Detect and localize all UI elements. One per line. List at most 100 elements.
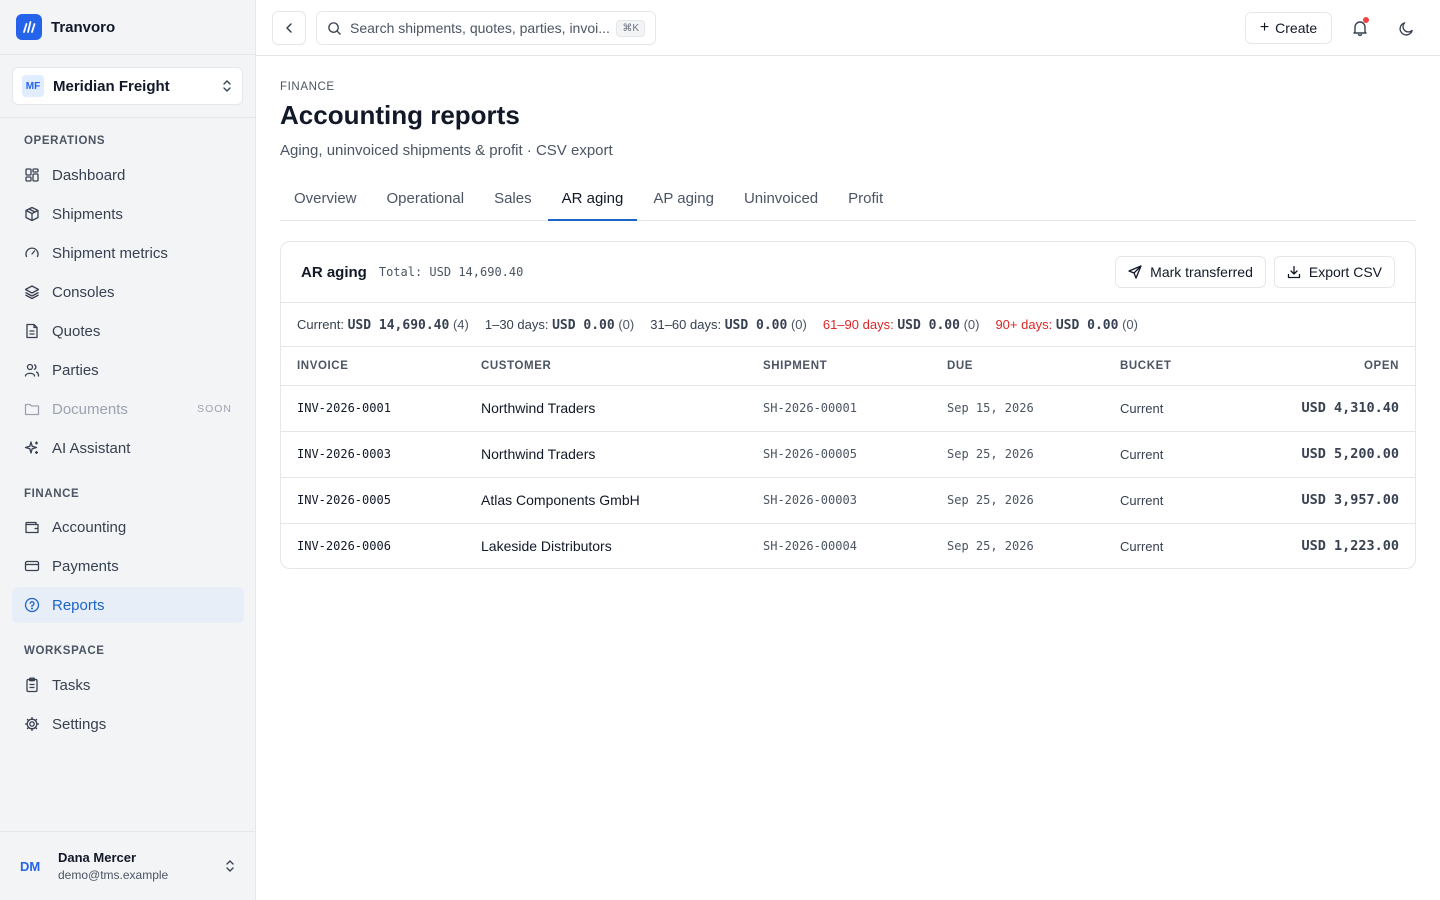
invoice-number[interactable]: INV-2026-0006: [281, 523, 481, 568]
download-icon: [1287, 265, 1301, 279]
bucket-label: 90+ days:: [995, 316, 1053, 332]
bucket-count: (0): [1122, 316, 1138, 332]
wallet-icon: [25, 521, 39, 534]
bucket-label: 61–90 days:: [822, 316, 894, 332]
customer-name: Lakeside Distributors: [481, 538, 612, 555]
invoice-number[interactable]: INV-2026-0003: [281, 431, 481, 478]
clipboard-icon: [26, 677, 38, 693]
theme-toggle[interactable]: [1394, 16, 1418, 40]
column-header-invoice[interactable]: INVOICE: [281, 347, 481, 386]
sidebar-item-label: Dashboard: [52, 166, 126, 184]
sidebar-item-label: Quotes: [52, 322, 101, 340]
org-badge: MF: [22, 75, 44, 97]
column-header-open[interactable]: OPEN: [1250, 347, 1415, 386]
avatar: DM: [20, 858, 41, 874]
sidebar-item-shipment-metrics[interactable]: Shipment metrics: [12, 235, 244, 271]
due-date: Sep 25, 2026: [947, 431, 1120, 478]
column-header-due[interactable]: DUE: [947, 347, 1120, 386]
sidebar-item-consoles[interactable]: Consoles: [12, 274, 244, 310]
tab-profit[interactable]: Profit: [834, 180, 897, 221]
customer-name: Atlas Components GmbH: [481, 477, 763, 524]
shipment-number[interactable]: SH-2026-00003: [763, 477, 947, 524]
sidebar-item-dashboard[interactable]: Dashboard: [12, 157, 244, 193]
report-tabs: Overview Operational Sales AR aging AP a…: [280, 180, 1416, 221]
bucket-cell: Current: [1120, 538, 1164, 554]
bucket-cell: Current: [1120, 477, 1250, 524]
tab-operational[interactable]: Operational: [373, 180, 479, 221]
sidebar-item-label: Accounting: [52, 518, 127, 536]
invoice-number[interactable]: INV-2026-0005: [281, 477, 481, 524]
section-label-finance: FINANCE: [24, 488, 80, 500]
mark-transferred-label: Mark transferred: [1150, 264, 1253, 280]
due-date: Sep 15, 2026: [947, 385, 1120, 432]
customer-name: Northwind Traders: [481, 431, 763, 478]
plus-icon: +: [1259, 19, 1270, 36]
brand-logo-icon: [16, 14, 42, 40]
sidebar-item-parties[interactable]: Parties: [12, 352, 244, 388]
sidebar-item-label: Consoles: [52, 283, 115, 301]
column-header-customer[interactable]: CUSTOMER: [481, 347, 763, 386]
bucket-90-plus: 90+ days: USD 0.00 (0): [995, 317, 1138, 333]
shipment-number[interactable]: SH-2026-00001: [763, 385, 947, 432]
sidebar-item-label: Reports: [52, 596, 105, 614]
table-header-row: INVOICE CUSTOMER SHIPMENT DUE BUCKET OPE…: [281, 347, 1415, 386]
tab-sales[interactable]: Sales: [480, 180, 546, 221]
table-row[interactable]: INV-2026-0003 Northwind Traders SH-2026-…: [281, 431, 1415, 478]
sidebar-item-payments[interactable]: Payments: [12, 548, 244, 584]
tab-ar-aging[interactable]: AR aging: [547, 180, 638, 221]
org-switcher[interactable]: MF Meridian Freight: [12, 67, 243, 105]
bucket-amount: USD 14,690.40: [347, 317, 450, 333]
export-csv-button[interactable]: Export CSV: [1273, 256, 1395, 288]
mark-transferred-button[interactable]: Mark transferred: [1115, 256, 1266, 288]
soon-badge: SOON: [197, 403, 232, 415]
shipment-number[interactable]: SH-2026-00004: [763, 523, 947, 568]
shipment-number[interactable]: SH-2026-00005: [763, 431, 947, 478]
tab-overview[interactable]: Overview: [280, 180, 371, 221]
open-amount: USD 5,200.00: [1250, 431, 1415, 478]
sidebar-item-label: Documents: [52, 400, 128, 418]
bucket-current: Current: USD 14,690.40 (4): [297, 317, 469, 333]
tab-uninvoiced[interactable]: Uninvoiced: [730, 180, 832, 221]
due-date: Sep 25, 2026: [947, 477, 1120, 524]
dashboard-icon: [25, 168, 39, 182]
sidebar-item-tasks[interactable]: Tasks: [12, 667, 244, 703]
table-row[interactable]: INV-2026-0005 Atlas Components GmbH SH-2…: [281, 477, 1415, 524]
sidebar-item-ai-assistant[interactable]: AI Assistant: [12, 430, 244, 466]
sidebar-item-accounting[interactable]: Accounting: [12, 509, 244, 545]
sidebar-item-settings[interactable]: Settings: [12, 706, 244, 742]
sidebar-item-label: Shipments: [52, 205, 123, 223]
tab-ap-aging[interactable]: AP aging: [639, 180, 728, 221]
invoice-number[interactable]: INV-2026-0001: [281, 385, 481, 432]
gear-icon: [24, 716, 40, 732]
bucket-count: (0): [963, 316, 980, 332]
search-input[interactable]: Search shipments, quotes, parties, invoi…: [316, 11, 656, 45]
gauge-icon: [25, 247, 39, 258]
sidebar-item-label: Settings: [52, 715, 107, 733]
brand[interactable]: Tranvoro: [0, 0, 255, 55]
export-csv-label: Export CSV: [1308, 264, 1382, 280]
customer-name: Northwind Traders: [481, 385, 763, 432]
sidebar-item-label: Tasks: [52, 676, 91, 694]
moon-icon: [1398, 21, 1413, 36]
help-circle-icon: [24, 597, 40, 613]
sidebar: Tranvoro MF Meridian Freight OPERATIONS …: [0, 0, 256, 900]
section-label-operations: OPERATIONS: [24, 135, 106, 147]
sidebar-item-shipments[interactable]: Shipments: [12, 196, 244, 232]
sparkles-icon: [24, 441, 38, 454]
open-amount: USD 4,310.40: [1250, 385, 1415, 432]
search-shortcut: ⌘K: [616, 19, 645, 37]
back-button[interactable]: [272, 11, 306, 45]
column-header-shipment[interactable]: SHIPMENT: [763, 347, 947, 386]
due-date: Sep 25, 2026: [947, 539, 1034, 554]
notifications-button[interactable]: [1348, 16, 1372, 40]
section-label-workspace: WORKSPACE: [24, 645, 105, 657]
table-row[interactable]: INV-2026-0006 Lakeside Distributors SH-2…: [281, 523, 1415, 568]
sidebar-item-quotes[interactable]: Quotes: [12, 313, 244, 349]
page-eyebrow: FINANCE: [280, 81, 335, 93]
bucket-label: 1–30 days:: [484, 316, 549, 332]
table-row[interactable]: INV-2026-0001 Northwind Traders SH-2026-…: [281, 385, 1415, 432]
create-button[interactable]: + Create: [1245, 12, 1332, 44]
column-header-bucket[interactable]: BUCKET: [1120, 347, 1250, 386]
sidebar-item-reports[interactable]: Reports: [12, 587, 244, 623]
user-menu[interactable]: DM Dana Mercer demo@tms.example: [0, 831, 256, 900]
